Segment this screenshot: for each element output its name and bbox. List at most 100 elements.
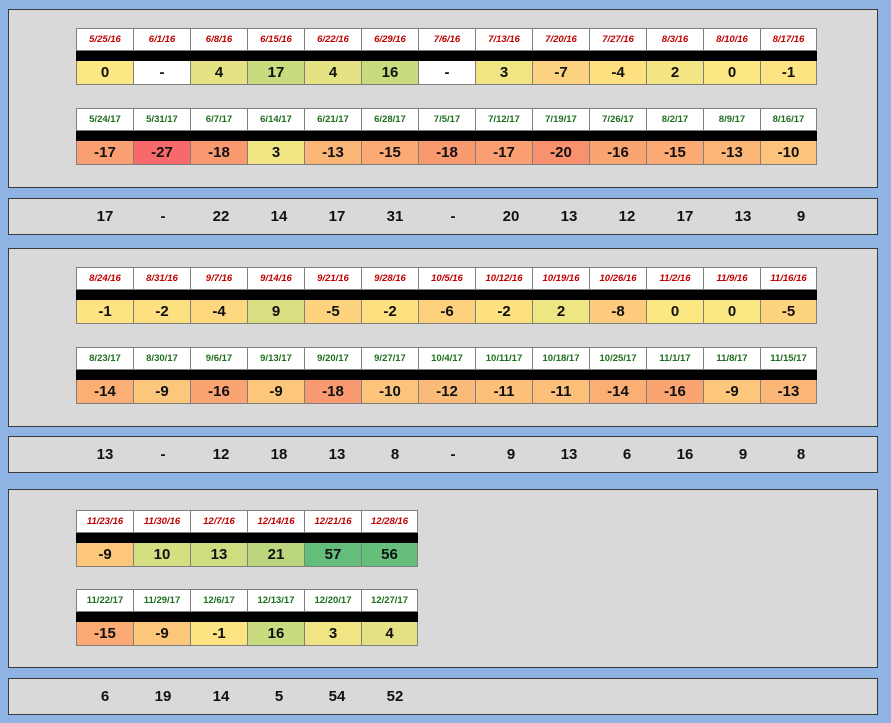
week-value-cell: 3 bbox=[247, 141, 304, 165]
week-value-cell: -4 bbox=[589, 61, 646, 85]
week-date-cell: 12/6/17 bbox=[190, 589, 247, 612]
week-value-cell: -16 bbox=[646, 380, 703, 404]
week-value-cell: 10 bbox=[133, 543, 190, 567]
values-row: -15 -9 -1 16 3 4 bbox=[76, 622, 418, 646]
week-value-cell: -4 bbox=[190, 300, 247, 324]
week-value-cell: -15 bbox=[76, 622, 133, 646]
summary-row: 6 19 14 5 54 52 bbox=[76, 687, 424, 707]
values-row: -1 -2 -4 9 -5 -2 -6 -2 2 -8 0 0 -5 bbox=[76, 300, 817, 324]
week-value-cell: -9 bbox=[133, 622, 190, 646]
week-date-cell: 7/12/17 bbox=[475, 108, 532, 131]
week-date-cell: 12/28/16 bbox=[361, 510, 418, 533]
week-date-cell: 7/13/16 bbox=[475, 28, 532, 51]
week-value-cell: -2 bbox=[361, 300, 418, 324]
week-date-cell: 9/21/16 bbox=[304, 267, 361, 290]
table-2016-section-2: 8/24/16 8/31/16 9/7/16 9/14/16 9/21/16 9/28/1… bbox=[76, 267, 817, 324]
summary-value: 18 bbox=[270, 446, 288, 463]
week-value-cell: -18 bbox=[418, 141, 475, 165]
summary-value: 31 bbox=[386, 208, 404, 225]
table-2017-section-2: 8/23/17 8/30/17 9/6/17 9/13/17 9/20/17 9/27/1… bbox=[76, 347, 817, 404]
summary-value: 16 bbox=[676, 446, 694, 463]
week-date-cell: 11/9/16 bbox=[703, 267, 760, 290]
week-date-cell: 9/13/17 bbox=[247, 347, 304, 370]
separator-bar bbox=[76, 290, 817, 300]
week-value-cell: -1 bbox=[190, 622, 247, 646]
week-date-cell: 10/12/16 bbox=[475, 267, 532, 290]
summary-value: 17 bbox=[328, 208, 346, 225]
separator-bar bbox=[76, 612, 418, 622]
week-date-cell: 11/29/17 bbox=[133, 589, 190, 612]
summary-bar-1: 17 - 22 14 17 31 - 20 13 12 17 13 9 bbox=[8, 198, 878, 235]
week-value-cell: -9 bbox=[76, 543, 133, 567]
week-date-cell: 8/2/17 bbox=[646, 108, 703, 131]
week-value-cell: -9 bbox=[247, 380, 304, 404]
week-date-cell: 10/5/16 bbox=[418, 267, 475, 290]
summary-value: 52 bbox=[386, 688, 404, 705]
week-date-cell: 8/16/17 bbox=[760, 108, 817, 131]
week-value-cell: 0 bbox=[703, 300, 760, 324]
week-date-cell: 11/8/17 bbox=[703, 347, 760, 370]
week-date-cell: 6/7/17 bbox=[190, 108, 247, 131]
summary-value: 54 bbox=[328, 688, 346, 705]
week-value-cell: 4 bbox=[361, 622, 418, 646]
week-value-cell: -10 bbox=[760, 141, 817, 165]
week-value-cell: -12 bbox=[418, 380, 475, 404]
week-value-cell: -10 bbox=[361, 380, 418, 404]
week-value-cell: -18 bbox=[304, 380, 361, 404]
week-date-cell: 6/1/16 bbox=[133, 28, 190, 51]
week-date-cell: 12/7/16 bbox=[190, 510, 247, 533]
dates-row: 11/22/17 11/29/17 12/6/17 12/13/17 12/20/17 1… bbox=[76, 589, 418, 612]
table-2016-section-3: 11/23/16 11/30/16 12/7/16 12/14/16 12/21/16 1… bbox=[76, 510, 418, 567]
week-value-cell: -17 bbox=[475, 141, 532, 165]
week-date-cell: 6/22/16 bbox=[304, 28, 361, 51]
week-value-cell: -5 bbox=[304, 300, 361, 324]
week-value-cell: -15 bbox=[361, 141, 418, 165]
week-value-cell: -14 bbox=[589, 380, 646, 404]
week-value-cell: 2 bbox=[532, 300, 589, 324]
week-date-cell: 9/14/16 bbox=[247, 267, 304, 290]
section-3-panel: 11/23/16 11/30/16 12/7/16 12/14/16 12/21/16 1… bbox=[8, 489, 878, 668]
week-date-cell: 9/27/17 bbox=[361, 347, 418, 370]
summary-row: 17 - 22 14 17 31 - 20 13 12 17 13 9 bbox=[76, 207, 830, 227]
week-date-cell: 11/2/16 bbox=[646, 267, 703, 290]
summary-value: 9 bbox=[506, 446, 516, 463]
week-date-cell: 9/7/16 bbox=[190, 267, 247, 290]
week-date-cell: 8/17/16 bbox=[760, 28, 817, 51]
summary-value: 6 bbox=[622, 446, 632, 463]
week-value-cell: -13 bbox=[703, 141, 760, 165]
summary-value: 12 bbox=[618, 208, 636, 225]
week-value-cell: -27 bbox=[133, 141, 190, 165]
week-value-cell: -16 bbox=[190, 380, 247, 404]
week-date-cell: 10/25/17 bbox=[589, 347, 646, 370]
values-row: -17 -27 -18 3 -13 -15 -18 -17 -20 -16 -15 -13 -10 bbox=[76, 141, 817, 165]
week-date-cell: 7/26/17 bbox=[589, 108, 646, 131]
week-date-cell: 6/21/17 bbox=[304, 108, 361, 131]
values-row: -14 -9 -16 -9 -18 -10 -12 -11 -11 -14 -16 -9 -13 bbox=[76, 380, 817, 404]
week-value-cell: - bbox=[418, 61, 475, 85]
week-value-cell: -9 bbox=[703, 380, 760, 404]
summary-value: 8 bbox=[796, 446, 806, 463]
week-value-cell: -1 bbox=[76, 300, 133, 324]
week-value-cell: -2 bbox=[133, 300, 190, 324]
week-value-cell: -6 bbox=[418, 300, 475, 324]
summary-value: - bbox=[160, 208, 166, 225]
summary-value: 5 bbox=[274, 688, 284, 705]
week-date-cell: 11/16/16 bbox=[760, 267, 817, 290]
summary-value: 13 bbox=[96, 446, 114, 463]
table-2017-section-1: 5/24/17 5/31/17 6/7/17 6/14/17 6/21/17 6/28/1… bbox=[76, 108, 817, 165]
summary-row: 13 - 12 18 13 8 - 9 13 6 16 9 8 bbox=[76, 445, 830, 465]
summary-value: 14 bbox=[212, 688, 230, 705]
week-value-cell: -7 bbox=[532, 61, 589, 85]
separator-bar bbox=[76, 533, 418, 543]
summary-value: 13 bbox=[734, 208, 752, 225]
week-value-cell: 16 bbox=[361, 61, 418, 85]
week-value-cell: -2 bbox=[475, 300, 532, 324]
dates-row: 8/24/16 8/31/16 9/7/16 9/14/16 9/21/16 9/28/1… bbox=[76, 267, 817, 290]
summary-value: 13 bbox=[328, 446, 346, 463]
week-value-cell: 21 bbox=[247, 543, 304, 567]
week-value-cell: 16 bbox=[247, 622, 304, 646]
summary-value: 13 bbox=[560, 208, 578, 225]
summary-value: 8 bbox=[390, 446, 400, 463]
week-date-cell: 11/1/17 bbox=[646, 347, 703, 370]
summary-value: 14 bbox=[270, 208, 288, 225]
